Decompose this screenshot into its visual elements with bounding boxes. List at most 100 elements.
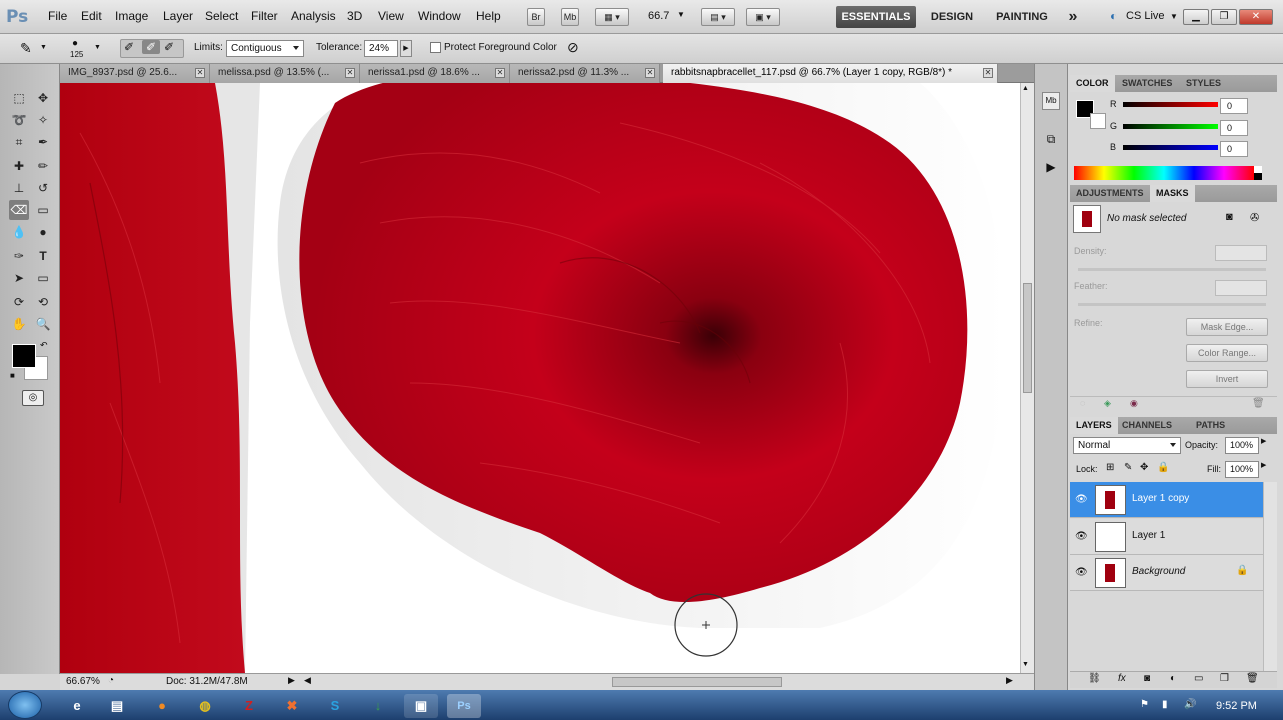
bridge-button[interactable]: Br <box>527 8 545 26</box>
chevron-down-icon[interactable]: ▼ <box>40 44 47 51</box>
workspace-essentials[interactable]: ESSENTIALS <box>836 6 916 28</box>
ie-icon[interactable]: e <box>60 694 94 718</box>
dodge-tool-icon[interactable]: ● <box>33 222 53 242</box>
path-selection-tool-icon[interactable]: ➤ <box>9 268 29 288</box>
menu-3d[interactable]: 3D <box>347 9 362 23</box>
hscroll-right-icon[interactable]: ▶ <box>1006 675 1013 686</box>
close-icon[interactable]: ✕ <box>983 68 993 78</box>
color-range-button[interactable]: Color Range... <box>1186 344 1268 362</box>
eye-icon[interactable]: 👁 <box>1075 494 1088 505</box>
app-window-icon[interactable]: ▣ <box>404 694 438 718</box>
gradient-tool-icon[interactable]: ▭ <box>33 200 53 220</box>
horizontal-scroll-thumb[interactable] <box>612 677 782 687</box>
quick-mask-icon[interactable]: ◎ <box>22 390 44 406</box>
layer-name[interactable]: Layer 1 copy <box>1132 493 1189 504</box>
zoom-tool-icon[interactable]: 🔍 <box>33 314 53 334</box>
flag-icon[interactable]: ⚑ <box>1140 699 1149 710</box>
mini-bridge-panel-icon[interactable]: Mb <box>1042 92 1060 110</box>
chevron-down-icon[interactable]: ▼ <box>677 10 685 19</box>
new-selection-icon[interactable]: ✐ <box>124 40 134 54</box>
swap-colors-icon[interactable]: ↶ <box>40 340 48 351</box>
vertical-scrollbar[interactable]: ▲ ▼ <box>1020 83 1034 673</box>
close-icon[interactable]: ✕ <box>645 68 655 78</box>
protect-foreground-checkbox[interactable] <box>430 42 441 53</box>
pixel-mask-icon[interactable]: ◙ <box>1226 211 1233 223</box>
crop-tool-icon[interactable]: ⌗ <box>9 132 29 152</box>
3d-rotate-tool-icon[interactable]: ⟳ <box>9 292 29 312</box>
marquee-tool-icon[interactable]: ⬚ <box>9 88 29 108</box>
lock-image-icon[interactable]: ✎ <box>1124 462 1132 473</box>
close-icon[interactable]: ✕ <box>345 68 355 78</box>
photoshop-taskbar-icon[interactable]: Ps <box>447 694 481 718</box>
invert-button[interactable]: Invert <box>1186 370 1268 388</box>
lasso-tool-icon[interactable]: ➰ <box>9 110 29 130</box>
spot-healing-tool-icon[interactable]: ✚ <box>9 156 29 176</box>
r-value[interactable]: 0 <box>1220 98 1248 114</box>
tab-nerissa2[interactable]: nerissa2.psd @ 11.3% ... ✕ <box>510 64 660 83</box>
history-panel-icon[interactable]: ⧉ <box>1042 132 1060 150</box>
magic-wand-tool-icon[interactable]: ✧ <box>33 110 53 130</box>
menu-view[interactable]: View <box>378 9 404 23</box>
history-brush-tool-icon[interactable]: ↺ <box>33 178 53 198</box>
menu-help[interactable]: Help <box>476 9 501 23</box>
layer-row-layer-1[interactable]: 👁 Layer 1 <box>1070 519 1263 555</box>
subtract-selection-icon[interactable]: ✐ <box>164 40 174 54</box>
quick-selection-tool-icon[interactable]: ✎ <box>20 40 32 57</box>
delete-layer-icon[interactable]: 🗑 <box>1246 673 1259 684</box>
status-info-icon[interactable]: ◔ <box>108 675 114 686</box>
opacity-slider-toggle[interactable]: ▶ <box>1261 437 1266 445</box>
stylus-pressure-icon[interactable]: ⊘ <box>567 39 579 56</box>
status-menu-arrow-icon[interactable]: ▶ <box>288 675 295 686</box>
blur-tool-icon[interactable]: 💧 <box>9 222 29 242</box>
tab-paths[interactable]: PATHS <box>1190 417 1231 434</box>
r-slider[interactable] <box>1123 102 1218 107</box>
firefox-icon[interactable]: ● <box>145 694 179 718</box>
workspace-painting[interactable]: PAINTING <box>990 6 1054 28</box>
fill-slider-toggle[interactable]: ▶ <box>1261 461 1266 469</box>
chevron-down-icon[interactable]: ▼ <box>94 44 101 51</box>
clone-stamp-tool-icon[interactable]: ⊥ <box>9 178 29 198</box>
vector-mask-icon[interactable]: ✇ <box>1250 211 1259 224</box>
disable-mask-icon[interactable]: ◉ <box>1130 398 1138 409</box>
tab-styles[interactable]: STYLES <box>1180 75 1227 92</box>
lock-position-icon[interactable]: ✥ <box>1140 462 1148 473</box>
apply-mask-icon[interactable]: ◈ <box>1104 398 1111 409</box>
type-tool-icon[interactable]: T <box>33 246 53 266</box>
fx-icon[interactable]: fx <box>1118 673 1126 684</box>
lock-all-icon[interactable]: 🔒 <box>1157 462 1169 473</box>
bw-ramp[interactable] <box>1254 166 1262 180</box>
menu-layer[interactable]: Layer <box>163 9 193 23</box>
tab-adjustments[interactable]: ADJUSTMENTS <box>1070 185 1150 202</box>
menu-edit[interactable]: Edit <box>81 9 102 23</box>
menu-file[interactable]: File <box>48 9 67 23</box>
link-layers-icon[interactable]: ⛓ <box>1088 673 1101 684</box>
menu-image[interactable]: Image <box>115 9 148 23</box>
layer-row-background[interactable]: 👁 Background 🔒 <box>1070 555 1263 591</box>
close-button[interactable]: ✕ <box>1239 9 1273 25</box>
eyedropper-tool-icon[interactable]: ✒ <box>33 132 53 152</box>
volume-icon[interactable]: 🔊 <box>1184 699 1196 710</box>
clock[interactable]: 9:52 PM <box>1216 700 1257 712</box>
eye-icon[interactable]: 👁 <box>1075 531 1088 542</box>
tolerance-slider-toggle[interactable]: ▶ <box>400 40 412 57</box>
trash-icon[interactable]: 🗑 <box>1252 398 1265 409</box>
filezilla-icon[interactable]: Z <box>232 694 266 718</box>
screen-mode-button[interactable]: ▣ ▾ <box>746 8 780 26</box>
scroll-up-icon[interactable]: ▲ <box>1022 85 1029 92</box>
g-value[interactable]: 0 <box>1220 120 1248 136</box>
start-button[interactable] <box>8 691 42 719</box>
adjustment-layer-icon[interactable]: ◐ <box>1170 673 1176 684</box>
eraser-tool-icon[interactable]: ⌫ <box>9 200 29 220</box>
explorer-icon[interactable]: ▤ <box>100 694 134 718</box>
opacity-input[interactable]: 100% <box>1225 437 1259 454</box>
default-colors-icon[interactable]: ■ <box>10 371 15 380</box>
tab-swatches[interactable]: SWATCHES <box>1116 75 1178 92</box>
fill-input[interactable]: 100% <box>1225 461 1259 478</box>
rectangle-tool-icon[interactable]: ▭ <box>33 268 53 288</box>
move-tool-icon[interactable]: ✥ <box>33 88 53 108</box>
tab-color[interactable]: COLOR <box>1070 75 1115 92</box>
lock-transparent-icon[interactable]: ⊞ <box>1106 462 1114 473</box>
blend-mode-select[interactable]: Normal <box>1073 437 1181 454</box>
chrome-icon[interactable]: ◍ <box>188 694 222 718</box>
b-value[interactable]: 0 <box>1220 141 1248 157</box>
